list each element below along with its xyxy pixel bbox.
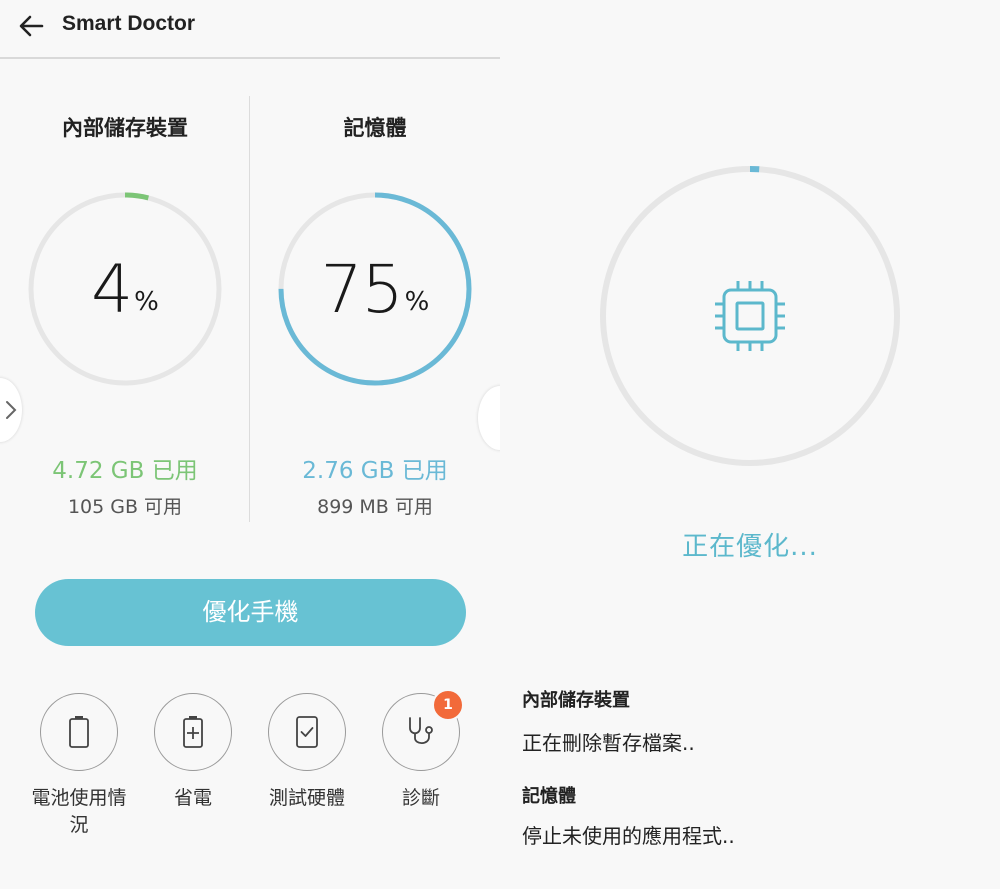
chevron-right-icon [6, 401, 17, 419]
optimization-progress-panel: 正在優化... 內部儲存裝置 正在刪除暫存檔案.. 記憶體 停止未使用的應用程式… [500, 0, 1000, 889]
tool-hardware-test-label: 測試硬體 [268, 787, 345, 809]
storage-used: 4.72 GB 已用 [52, 458, 198, 484]
storage-percent-sign: % [134, 287, 159, 317]
memory-free: 899 MB 可用 [317, 496, 433, 518]
task-storage-status: 正在刪除暫存檔案.. [522, 731, 695, 755]
app-header: Smart Doctor [0, 0, 500, 59]
tool-power-saving-circle [154, 693, 232, 771]
storage-percent-value: 4 [91, 250, 133, 328]
memory-summary[interactable]: 記憶體 75 % 2.76 GB 已用 899 MB 可用 [250, 96, 500, 526]
task-memory-status: 停止未使用的應用程式.. [522, 824, 735, 848]
storage-gauge: 4 % [28, 192, 222, 386]
smart-doctor-panel: Smart Doctor 內部儲存裝置 4 % 4.72 GB 已用 105 G… [0, 0, 522, 889]
phone-check-icon [296, 716, 318, 748]
tool-battery-usage-circle [40, 693, 118, 771]
storage-free: 105 GB 可用 [67, 496, 183, 518]
page-title: Smart Doctor [62, 12, 196, 35]
tool-power-saving[interactable]: 省電 [138, 693, 248, 843]
tool-battery-usage-label: 電池使用情況 [31, 787, 127, 836]
battery-charge-icon [183, 716, 203, 748]
tool-hardware-test[interactable]: 測試硬體 [252, 693, 362, 843]
storage-title: 內部儲存裝置 [62, 116, 188, 140]
task-memory-title: 記憶體 [522, 786, 576, 807]
tool-battery-usage[interactable]: 電池使用情況 [24, 693, 134, 843]
task-storage-title: 內部儲存裝置 [522, 690, 630, 711]
app-root: Smart Doctor 內部儲存裝置 4 % 4.72 GB 已用 105 G… [0, 0, 1000, 889]
memory-percent: 75 % [278, 192, 472, 386]
chip-icon [715, 281, 785, 351]
optimizing-status: 正在優化... [682, 532, 818, 562]
memory-title: 記憶體 [343, 116, 407, 140]
memory-percent-value: 75 [320, 250, 404, 328]
battery-icon [69, 716, 89, 748]
progress-ring-track [600, 166, 900, 466]
tool-diagnosis-label: 診斷 [401, 787, 440, 809]
arrow-left-icon [19, 15, 44, 37]
optimize-phone-button[interactable]: 優化手機 [35, 579, 466, 646]
back-button[interactable] [12, 8, 52, 44]
memory-percent-sign: % [404, 287, 430, 317]
tool-hardware-test-circle [268, 693, 346, 771]
storage-percent: 4 % [28, 192, 222, 386]
stethoscope-icon [409, 717, 433, 745]
diagnosis-notification-badge: 1 [432, 689, 464, 721]
optimization-progress-ring [598, 164, 902, 468]
memory-used: 2.76 GB 已用 [302, 458, 448, 484]
memory-gauge: 75 % [278, 192, 472, 386]
tool-power-saving-label: 省電 [173, 787, 212, 809]
tool-diagnosis[interactable]: 1 診斷 [366, 689, 476, 843]
storage-summary[interactable]: 內部儲存裝置 4 % 4.72 GB 已用 105 GB 可用 [0, 96, 250, 526]
